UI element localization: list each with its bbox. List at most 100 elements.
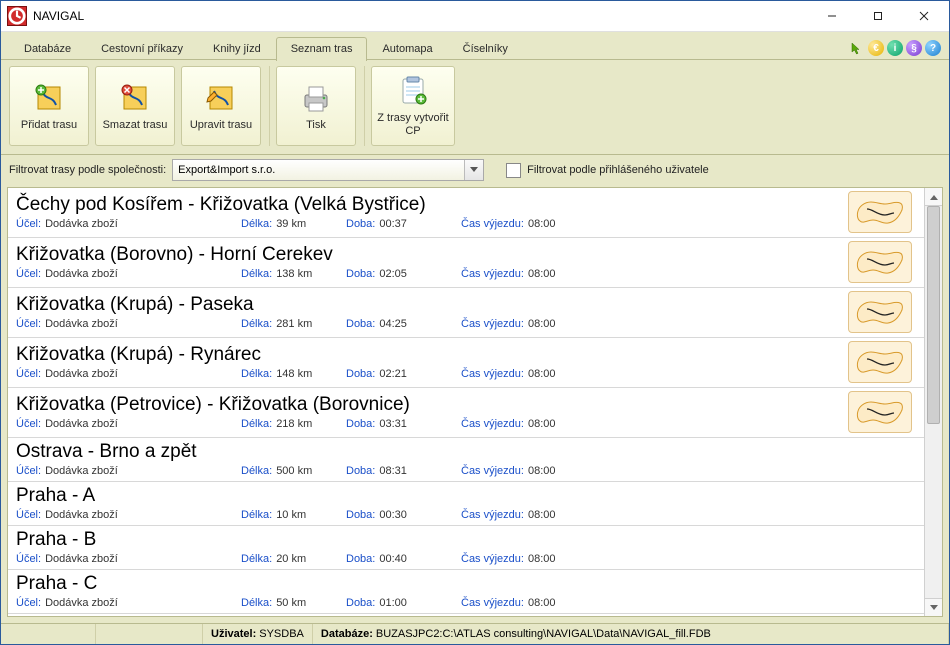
tab-databaze[interactable]: Databáze bbox=[9, 37, 86, 61]
label-ucel: Účel: bbox=[16, 553, 41, 565]
route-title: Praha - B bbox=[16, 529, 918, 551]
tab-ciselniky[interactable]: Číselníky bbox=[448, 37, 523, 61]
label-cas: Čas výjezdu: bbox=[461, 597, 524, 609]
value-delka: 218 km bbox=[276, 418, 312, 430]
status-user-value: SYSDBA bbox=[259, 628, 304, 640]
value-cas: 08:00 bbox=[528, 318, 556, 330]
label-delka: Délka: bbox=[241, 218, 272, 230]
value-delka: 281 km bbox=[276, 318, 312, 330]
route-row[interactable]: Křižovatka (Petrovice) - Křižovatka (Bor… bbox=[8, 388, 924, 438]
map-thumbnail[interactable] bbox=[848, 391, 912, 433]
label-ucel: Účel: bbox=[16, 597, 41, 609]
add-route-button[interactable]: Přidat trasu bbox=[9, 66, 89, 146]
value-cas: 08:00 bbox=[528, 268, 556, 280]
company-combobox-input[interactable] bbox=[173, 164, 464, 176]
filter-user-checkbox[interactable] bbox=[506, 163, 521, 178]
label-cas: Čas výjezdu: bbox=[461, 465, 524, 477]
route-meta: Účel:Dodávka zbožíDélka:218 kmDoba:03:31… bbox=[16, 418, 848, 430]
label-cas: Čas výjezdu: bbox=[461, 218, 524, 230]
route-row[interactable]: Praha - CÚčel:Dodávka zbožíDélka:50 kmDo… bbox=[8, 570, 924, 614]
create-cp-label: Z trasy vytvořit CP bbox=[372, 112, 454, 137]
scroll-up-button[interactable] bbox=[925, 188, 942, 206]
vertical-scrollbar[interactable] bbox=[924, 188, 942, 616]
route-list-inner[interactable]: Čechy pod Kosířem - Křižovatka (Velká By… bbox=[8, 188, 924, 616]
titlebar-help-icons: € i § ? bbox=[849, 40, 941, 60]
label-cas: Čas výjezdu: bbox=[461, 418, 524, 430]
value-doba: 00:37 bbox=[379, 218, 407, 230]
route-row[interactable]: Praha - B Účel:Dodávka zbožíDélka:20 kmDo… bbox=[8, 526, 924, 570]
tab-automapa[interactable]: Automapa bbox=[367, 37, 447, 61]
label-doba: Doba: bbox=[346, 368, 375, 380]
route-title: Křižovatka (Krupá) - Paseka bbox=[16, 294, 848, 316]
route-title: Čechy pod Kosířem - Křižovatka (Velká By… bbox=[16, 194, 848, 216]
chevron-down-icon[interactable] bbox=[464, 160, 483, 180]
label-doba: Doba: bbox=[346, 268, 375, 280]
map-thumbnail[interactable] bbox=[848, 291, 912, 333]
label-delka: Délka: bbox=[241, 465, 272, 477]
value-cas: 08:00 bbox=[528, 218, 556, 230]
filter-bar: Filtrovat trasy podle společnosti: Filtr… bbox=[1, 155, 949, 187]
tab-seznam-tras[interactable]: Seznam tras bbox=[276, 37, 368, 61]
route-row[interactable]: Praha - AÚčel:Dodávka zbožíDélka:10 kmDo… bbox=[8, 482, 924, 526]
label-delka: Délka: bbox=[241, 509, 272, 521]
filter-user-label: Filtrovat podle přihlášeného uživatele bbox=[527, 164, 709, 176]
delete-route-button[interactable]: Smazat trasu bbox=[95, 66, 175, 146]
close-button[interactable] bbox=[901, 1, 947, 31]
route-row[interactable]: Ostrava - Brno a zpětÚčel:Dodávka zbožíD… bbox=[8, 438, 924, 482]
help-icon[interactable]: ? bbox=[925, 40, 941, 56]
cursor-icon[interactable] bbox=[849, 40, 865, 56]
route-row[interactable]: Křižovatka (Krupá) - RynárecÚčel:Dodávka… bbox=[8, 338, 924, 388]
value-doba: 03:31 bbox=[379, 418, 407, 430]
info-icon[interactable]: i bbox=[887, 40, 903, 56]
value-ucel: Dodávka zboží bbox=[45, 465, 118, 477]
label-ucel: Účel: bbox=[16, 418, 41, 430]
settings-icon[interactable]: § bbox=[906, 40, 922, 56]
label-doba: Doba: bbox=[346, 553, 375, 565]
app-icon bbox=[7, 6, 27, 26]
label-cas: Čas výjezdu: bbox=[461, 268, 524, 280]
map-thumbnail[interactable] bbox=[848, 341, 912, 383]
route-row[interactable]: Čechy pod Kosířem - Křižovatka (Velká By… bbox=[8, 188, 924, 238]
print-button[interactable]: Tisk bbox=[276, 66, 356, 146]
tab-cestovni-prikazy[interactable]: Cestovní příkazy bbox=[86, 37, 198, 61]
value-cas: 08:00 bbox=[528, 597, 556, 609]
route-meta: Účel:Dodávka zbožíDélka:20 kmDoba:00:40Č… bbox=[16, 553, 918, 565]
value-cas: 08:00 bbox=[528, 368, 556, 380]
label-delka: Délka: bbox=[241, 318, 272, 330]
route-meta: Účel:Dodávka zbožíDélka:50 kmDoba:01:00Č… bbox=[16, 597, 918, 609]
map-thumbnail[interactable] bbox=[848, 241, 912, 283]
route-meta: Účel:Dodávka zbožíDélka:148 kmDoba:02:21… bbox=[16, 368, 848, 380]
company-combobox[interactable] bbox=[172, 159, 484, 181]
route-row[interactable]: Křižovatka (Krupá) - PasekaÚčel:Dodávka … bbox=[8, 288, 924, 338]
scroll-down-button[interactable] bbox=[925, 598, 942, 616]
route-title: Křižovatka (Petrovice) - Křižovatka (Bor… bbox=[16, 394, 848, 416]
edit-route-button[interactable]: Upravit trasu bbox=[181, 66, 261, 146]
value-cas: 08:00 bbox=[528, 465, 556, 477]
label-ucel: Účel: bbox=[16, 509, 41, 521]
print-icon bbox=[299, 81, 333, 115]
delete-route-label: Smazat trasu bbox=[103, 119, 168, 132]
route-row[interactable]: Křižovatka (Borovno) - Horní CerekevÚčel… bbox=[8, 238, 924, 288]
window-title: NAVIGAL bbox=[33, 9, 84, 23]
route-meta: Účel:Dodávka zbožíDélka:10 kmDoba:00:30Č… bbox=[16, 509, 918, 521]
maximize-button[interactable] bbox=[855, 1, 901, 31]
scroll-thumb[interactable] bbox=[927, 206, 940, 424]
value-doba: 01:00 bbox=[379, 597, 407, 609]
currency-icon[interactable]: € bbox=[868, 40, 884, 56]
value-ucel: Dodávka zboží bbox=[45, 509, 118, 521]
ribbon-area: Databáze Cestovní příkazy Knihy jízd Sez… bbox=[1, 32, 949, 187]
label-delka: Délka: bbox=[241, 553, 272, 565]
label-ucel: Účel: bbox=[16, 268, 41, 280]
scroll-track[interactable] bbox=[925, 206, 942, 598]
route-title: Ostrava - Brno a zpět bbox=[16, 441, 918, 463]
ribbon: Přidat trasu Smazat trasu Upravit trasu bbox=[1, 60, 949, 155]
tab-knihy-jizd[interactable]: Knihy jízd bbox=[198, 37, 276, 61]
label-delka: Délka: bbox=[241, 597, 272, 609]
status-user: Uživatel: SYSDBA bbox=[203, 624, 313, 644]
map-thumbnail[interactable] bbox=[848, 191, 912, 233]
value-delka: 500 km bbox=[276, 465, 312, 477]
create-cp-button[interactable]: Z trasy vytvořit CP bbox=[371, 66, 455, 146]
edit-route-icon bbox=[204, 81, 238, 115]
label-doba: Doba: bbox=[346, 509, 375, 521]
minimize-button[interactable] bbox=[809, 1, 855, 31]
